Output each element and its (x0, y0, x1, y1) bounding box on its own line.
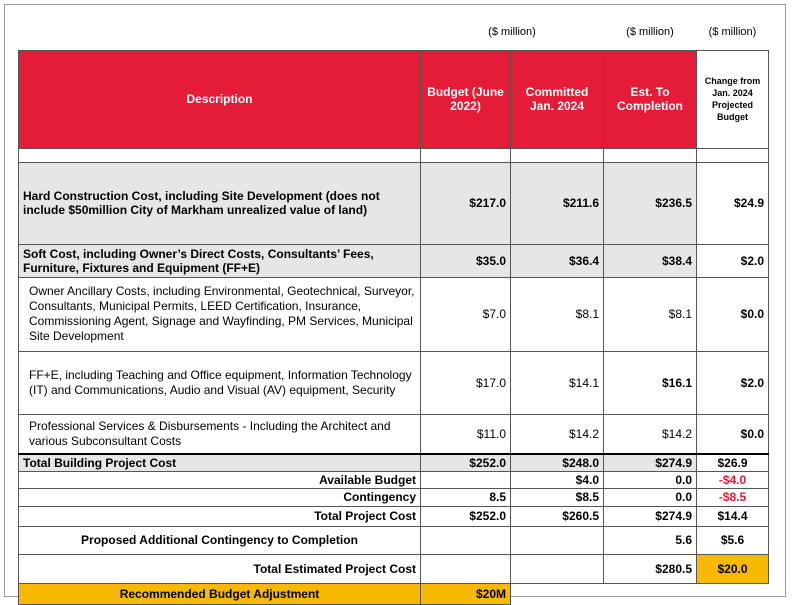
committed-total-building: $248.0 (510, 453, 604, 472)
header-est: Est. To Completion (603, 49, 697, 149)
budget-owner: $7.0 (420, 276, 511, 352)
committed-proposed (510, 525, 604, 555)
units-change: ($ million) (708, 25, 757, 38)
committed-owner: $8.1 (510, 276, 604, 352)
header-row: Description Budget (June 2022) Committed… (18, 49, 769, 149)
budget-proposed (420, 525, 511, 555)
est-total-project: $274.9 (603, 505, 697, 527)
budget-recommended: $20M (420, 582, 511, 605)
desc-total-estimated: Total Estimated Project Cost (18, 553, 421, 584)
desc-recommended: Recommended Budget Adjustment (18, 582, 421, 605)
change-contingency: -$8.5 (696, 487, 769, 507)
est-ffe: $16.1 (603, 350, 697, 415)
desc-total-building: Total Building Project Cost (18, 453, 421, 472)
budget-total-project: $252.0 (420, 505, 511, 527)
desc-total-project: Total Project Cost (18, 505, 421, 527)
desc-owner: Owner Ancillary Costs, including Environ… (18, 276, 421, 352)
change-owner: $0.0 (696, 276, 769, 352)
est-total-estimated: $280.5 (603, 553, 697, 584)
change-total-project: $14.4 (696, 505, 769, 527)
budget-total-estimated (420, 553, 511, 584)
change-prof: $0.0 (696, 413, 769, 455)
units-est: ($ million) (626, 25, 674, 38)
est-total-building: $274.9 (603, 453, 697, 472)
table-row: Contingency 8.5 $8.5 0.0 -$8.5 (18, 487, 769, 507)
table-row: Proposed Additional Contingency to Compl… (18, 525, 769, 555)
committed-ffe: $14.1 (510, 350, 604, 415)
desc-ffe: FF+E, including Teaching and Office equi… (18, 350, 421, 415)
change-ffe: $2.0 (696, 350, 769, 415)
table-row: Hard Construction Cost, including Site D… (18, 161, 769, 245)
change-proposed: $5.6 (696, 525, 769, 555)
table-row: Total Building Project Cost $252.0 $248.… (18, 453, 769, 472)
table-row: Total Estimated Project Cost $280.5 $20.… (18, 553, 769, 584)
desc-soft: Soft Cost, including Owner’s Direct Cost… (18, 243, 421, 278)
desc-proposed: Proposed Additional Contingency to Compl… (18, 525, 421, 555)
desc-available: Available Budget (18, 470, 421, 489)
project-cost-table: ($ million) ($ million) ($ million) Desc… (18, 14, 769, 605)
est-owner: $8.1 (603, 276, 697, 352)
committed-total-project: $260.5 (510, 505, 604, 527)
est-proposed: 5.6 (603, 525, 697, 555)
est-prof: $14.2 (603, 413, 697, 455)
committed-contingency: $8.5 (510, 487, 604, 507)
committed-prof: $14.2 (510, 413, 604, 455)
units-budget: ($ million) (488, 25, 536, 38)
table-row: Recommended Budget Adjustment $20M (18, 582, 769, 605)
table-row: Total Project Cost $252.0 $260.5 $274.9 … (18, 505, 769, 527)
spacer-row (18, 147, 769, 163)
change-hard: $24.9 (696, 161, 769, 245)
header-committed: Committed Jan. 2024 (510, 49, 604, 149)
change-available: -$4.0 (696, 470, 769, 489)
change-soft: $2.0 (696, 243, 769, 278)
header-budget: Budget (June 2022) (420, 49, 511, 149)
budget-soft: $35.0 (420, 243, 511, 278)
budget-prof: $11.0 (420, 413, 511, 455)
budget-total-building: $252.0 (420, 453, 511, 472)
budget-contingency: 8.5 (420, 487, 511, 507)
table-row: Soft Cost, including Owner’s Direct Cost… (18, 243, 769, 278)
table-row: Available Budget $4.0 0.0 -$4.0 (18, 470, 769, 489)
units-row: ($ million) ($ million) ($ million) (19, 14, 769, 50)
est-hard: $236.5 (603, 161, 697, 245)
committed-soft: $36.4 (510, 243, 604, 278)
table-row: Professional Services & Disbursements - … (18, 413, 769, 455)
desc-prof: Professional Services & Disbursements - … (18, 413, 421, 455)
est-soft: $38.4 (603, 243, 697, 278)
table-row: Owner Ancillary Costs, including Environ… (18, 276, 769, 352)
desc-contingency: Contingency (18, 487, 421, 507)
budget-ffe: $17.0 (420, 350, 511, 415)
table-row: FF+E, including Teaching and Office equi… (18, 350, 769, 415)
budget-hard: $217.0 (420, 161, 511, 245)
change-total-estimated: $20.0 (696, 553, 769, 584)
header-change: Change from Jan. 2024 Projected Budget (696, 49, 769, 149)
budget-available (420, 470, 511, 489)
est-contingency: 0.0 (603, 487, 697, 507)
committed-available: $4.0 (510, 470, 604, 489)
change-total-building: $26.9 (696, 453, 769, 472)
desc-hard: Hard Construction Cost, including Site D… (18, 161, 421, 245)
header-description: Description (18, 49, 421, 149)
committed-total-estimated (510, 553, 604, 584)
est-available: 0.0 (603, 470, 697, 489)
committed-hard: $211.6 (510, 161, 604, 245)
